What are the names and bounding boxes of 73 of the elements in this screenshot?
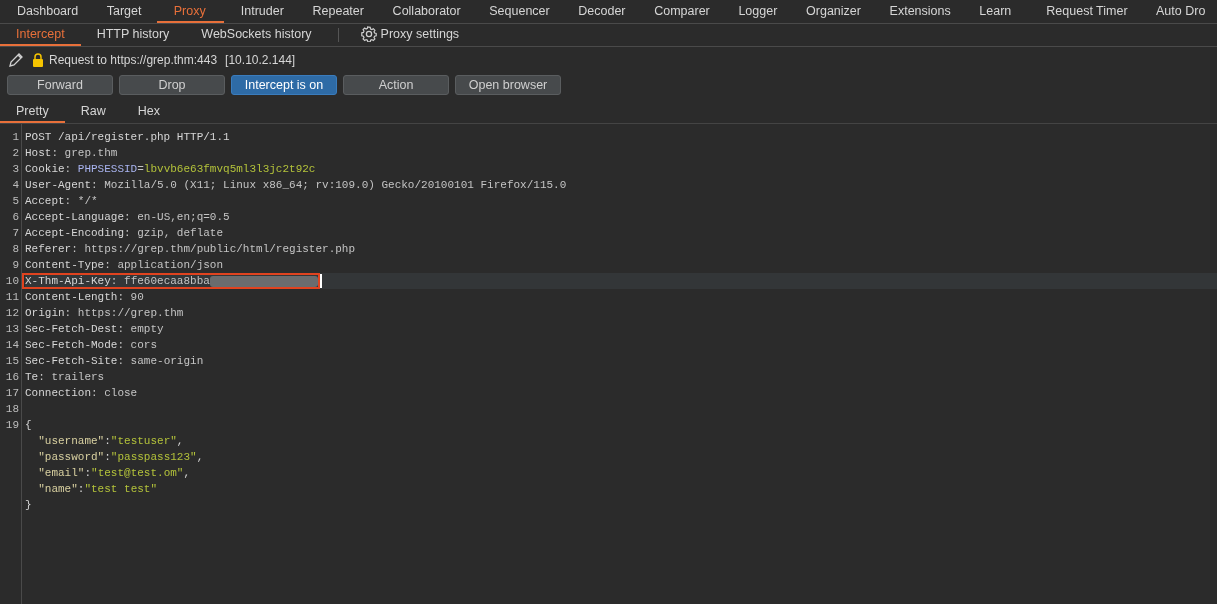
line-number: 10 xyxy=(5,275,19,287)
code-line: Accept: */* xyxy=(25,194,98,208)
sub-tab[interactable]: Intercept xyxy=(0,24,81,46)
code-line: Accept-Language: en-US,en;q=0.5 xyxy=(25,210,230,224)
line-number: 7 xyxy=(12,227,19,239)
code-line: User-Agent: Mozilla/5.0 (X11; Linux x86_64; rv:109.0) Gecko/20100101 Firefox/115.0 xyxy=(25,178,567,192)
line-number: 1 xyxy=(12,131,19,143)
line-number: 8 xyxy=(12,243,19,255)
action-button[interactable]: Action xyxy=(343,74,449,95)
code-line: } xyxy=(25,498,32,512)
sub-tab[interactable]: WebSockets history xyxy=(185,24,328,46)
settings-tab[interactable]: Proxy settings xyxy=(348,24,476,46)
view-tab[interactable]: Raw xyxy=(64,102,122,123)
code-line: POST /api/register.php HTTP/1.1 xyxy=(25,130,230,144)
main-tab[interactable]: Intruder xyxy=(223,0,296,23)
code-line: Cookie: PHPSESSID=lbvvb6e63fmvq5ml3l3jc2t92c xyxy=(25,162,316,176)
view-tab[interactable]: Hex xyxy=(121,102,176,123)
main-tab[interactable]: Request Timer xyxy=(1029,0,1140,23)
code-line: "email":"test@test.om", xyxy=(37,466,191,480)
line-number: 19 xyxy=(5,419,19,431)
action-button[interactable]: Open browser xyxy=(455,74,561,95)
line-number: 13 xyxy=(5,323,19,335)
code-line: Sec-Fetch-Dest: empty xyxy=(25,322,164,336)
line-number: 5 xyxy=(12,195,19,207)
action-button[interactable]: Drop xyxy=(119,74,225,95)
line-number: 17 xyxy=(5,387,19,399)
code-line: Content-Length: 90 xyxy=(25,290,144,304)
code-line: Content-Type: application/json xyxy=(25,258,224,272)
line-number: 2 xyxy=(12,147,19,159)
main-tab[interactable]: Organizer xyxy=(789,0,873,23)
code-line: "password":"passpass123", xyxy=(37,450,204,464)
main-tab[interactable]: Comparer xyxy=(637,0,722,23)
line-number: 16 xyxy=(5,371,19,383)
line-number: 14 xyxy=(5,339,19,351)
main-tab[interactable]: Extensions xyxy=(872,0,963,23)
code-line: Sec-Fetch-Mode: cors xyxy=(25,338,158,352)
main-tab[interactable]: Decoder xyxy=(561,0,638,23)
code-line: Origin: https://grep.thm xyxy=(25,306,184,320)
main-tab[interactable]: Logger xyxy=(721,0,790,23)
action-button[interactable]: Forward xyxy=(7,74,113,95)
main-tab[interactable]: Dashboard xyxy=(0,0,90,23)
code-line: Accept-Encoding: gzip, deflate xyxy=(25,226,224,240)
main-tab[interactable]: Learn xyxy=(962,0,1030,23)
request-url: Request to https://grep.thm:443 xyxy=(49,52,218,67)
request-ip: [10.10.2.144] xyxy=(225,52,296,67)
code-line: Te: trailers xyxy=(25,370,105,384)
line-number: 9 xyxy=(12,259,19,271)
intercept-toggle-button[interactable]: Intercept is on xyxy=(231,74,337,95)
code-line: Referer: https://grep.thm/public/html/register.php xyxy=(25,242,356,256)
code-line: X-Thm-Api-Key: ffe60ecaa8bba xyxy=(25,274,210,288)
line-number: 12 xyxy=(5,307,19,319)
main-tab[interactable]: Proxy xyxy=(156,0,224,23)
code-line: Sec-Fetch-Site: same-origin xyxy=(25,354,204,368)
code-line: Connection: close xyxy=(25,386,138,400)
main-tab[interactable]: Repeater xyxy=(295,0,376,23)
line-number: 6 xyxy=(12,211,19,223)
line-number: 18 xyxy=(5,403,19,415)
line-number: 4 xyxy=(12,179,19,191)
code-line: "name":"test test" xyxy=(37,482,158,496)
text-cursor xyxy=(319,274,322,288)
line-number: 3 xyxy=(12,163,19,175)
main-tab[interactable]: Target xyxy=(89,0,157,23)
code-line: { xyxy=(25,418,32,432)
sub-tab[interactable]: HTTP history xyxy=(80,24,186,46)
main-tab[interactable]: Collaborator xyxy=(375,0,473,23)
line-number: 11 xyxy=(5,291,19,303)
code-line: "username":"testuser", xyxy=(37,434,184,448)
line-number: 15 xyxy=(5,355,19,367)
main-tab[interactable]: Auto Dro xyxy=(1139,0,1217,23)
lock-icon xyxy=(32,52,44,67)
code-line: Host: grep.thm xyxy=(25,146,118,160)
settings-icon xyxy=(360,26,377,42)
main-tab[interactable]: Sequencer xyxy=(472,0,562,23)
